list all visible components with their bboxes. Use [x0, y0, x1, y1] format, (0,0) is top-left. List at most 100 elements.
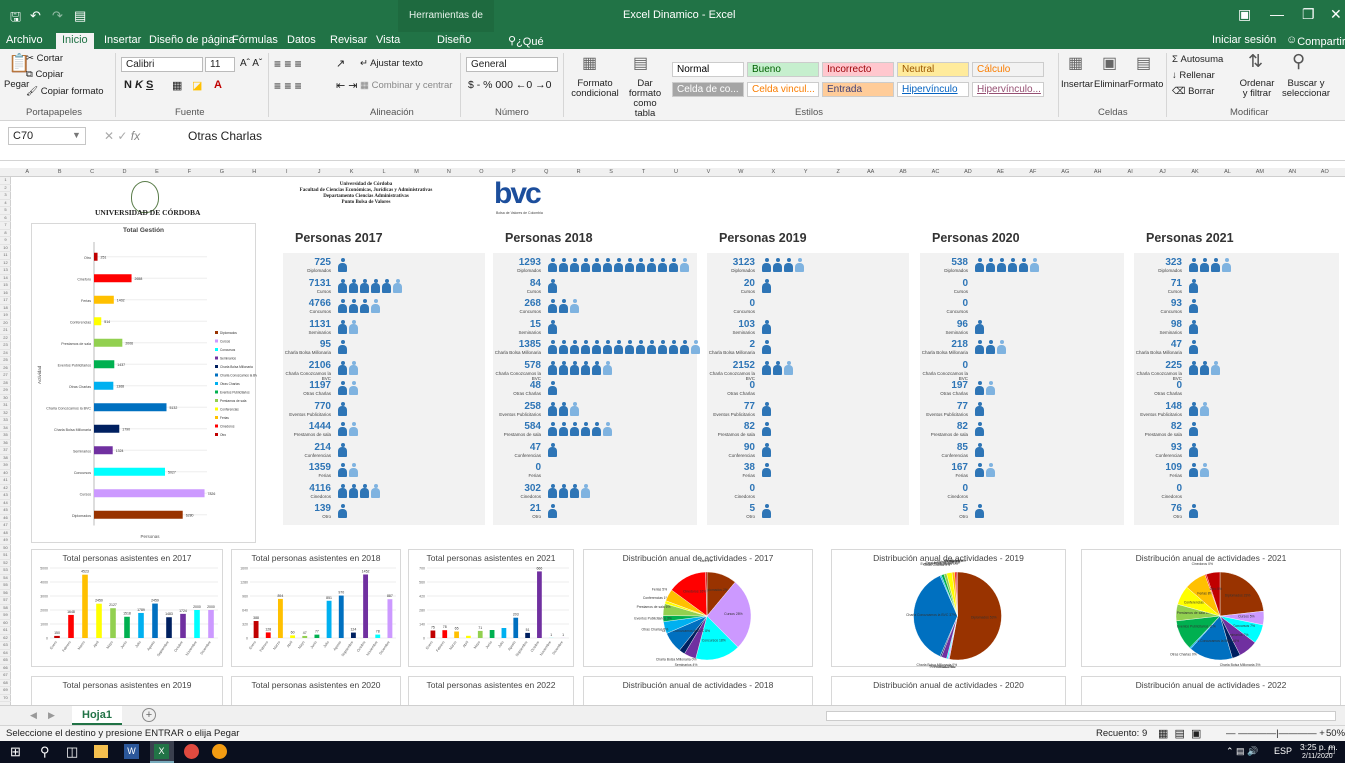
- month-bar[interactable]: [314, 634, 320, 638]
- row-header[interactable]: 20: [0, 320, 11, 327]
- grow-shrink-font[interactable]: Aˆ Aˇ: [240, 58, 262, 69]
- month-bar[interactable]: [82, 574, 88, 638]
- row-header[interactable]: 62: [0, 635, 11, 642]
- column-header[interactable]: O: [465, 169, 497, 175]
- total-gestion-chart[interactable]: Total Gestión Otro 251 Cineforo 2658 Ferias 1…: [31, 223, 257, 543]
- month-bar[interactable]: [180, 613, 186, 638]
- column-header[interactable]: B: [43, 169, 75, 175]
- row-header[interactable]: 69: [0, 687, 11, 695]
- column-header[interactable]: Y: [790, 169, 822, 175]
- row-header[interactable]: 28: [0, 380, 11, 387]
- column-header[interactable]: AO: [1309, 169, 1341, 175]
- insert-function-icon[interactable]: ✕ ✓ fx: [104, 129, 140, 143]
- row-header[interactable]: 60: [0, 620, 11, 627]
- save-icon[interactable]: 🖫: [10, 8, 21, 30]
- row-header[interactable]: 54: [0, 575, 11, 582]
- cell-style-4[interactable]: Cálculo: [972, 62, 1044, 77]
- column-header[interactable]: I: [271, 169, 303, 175]
- row-header[interactable]: 57: [0, 597, 11, 605]
- language-indicator[interactable]: ESP: [1274, 746, 1292, 756]
- redo-icon[interactable]: ↷: [52, 8, 63, 24]
- notifications-icon[interactable]: □: [1328, 745, 1335, 757]
- scroll-tabs-right-icon[interactable]: ▶: [48, 710, 55, 721]
- number-format-icons[interactable]: $ - % 000 ←0 →0: [468, 79, 551, 91]
- row-header[interactable]: 51: [0, 552, 11, 560]
- row-header[interactable]: 29: [0, 387, 11, 395]
- column-header[interactable]: Z: [822, 169, 854, 175]
- delete-cells-icon[interactable]: ▣: [1102, 53, 1117, 73]
- column-header[interactable]: AF: [1017, 169, 1049, 175]
- row-header[interactable]: 47: [0, 522, 11, 530]
- month-bar[interactable]: [525, 632, 530, 638]
- conditional-format-button[interactable]: Formato condicional: [566, 79, 624, 99]
- borders-icon[interactable]: ▦: [172, 79, 182, 92]
- row-header[interactable]: 23: [0, 342, 11, 350]
- task-view-icon[interactable]: ◫: [66, 744, 78, 760]
- zoom-level[interactable]: 50%: [1326, 728, 1345, 739]
- word-icon[interactable]: W: [124, 744, 139, 759]
- search-icon[interactable]: ⚲: [40, 744, 50, 760]
- month-bar[interactable]: [253, 621, 259, 638]
- gestion-bar[interactable]: [94, 489, 205, 498]
- row-header[interactable]: 9: [0, 237, 11, 245]
- cell-style-0[interactable]: Normal: [672, 62, 744, 77]
- column-headers[interactable]: A B C D E F G H I J K L M N O P Q R S T U V W X Y Z AA AB AC AD AE AF AG…: [0, 168, 1345, 177]
- month-bar[interactable]: [194, 610, 200, 638]
- bold-italic-underline[interactable]: N K S: [124, 79, 153, 91]
- row-header[interactable]: 24: [0, 350, 11, 357]
- row-header[interactable]: 46: [0, 515, 11, 522]
- find-select-button[interactable]: Buscar y seleccionar: [1280, 79, 1332, 99]
- horizontal-scrollbar[interactable]: [826, 711, 1336, 721]
- row-header[interactable]: 16: [0, 290, 11, 297]
- gestion-bar[interactable]: [94, 446, 113, 455]
- clear-button[interactable]: ⌫ Borrar: [1172, 86, 1214, 97]
- month-bar[interactable]: [290, 635, 296, 638]
- row-header[interactable]: 44: [0, 500, 11, 507]
- gestion-bar[interactable]: [94, 467, 166, 476]
- cell-style-1[interactable]: Bueno: [747, 62, 819, 77]
- tab-datos[interactable]: Datos: [287, 34, 316, 46]
- gestion-bar[interactable]: [94, 295, 114, 304]
- tray-icons[interactable]: ⌃ ▤ 🔊: [1226, 746, 1258, 757]
- cell-style-6[interactable]: Celda vincul...: [747, 82, 819, 97]
- row-header[interactable]: 18: [0, 305, 11, 312]
- month-bar[interactable]: [489, 630, 495, 638]
- row-header[interactable]: 25: [0, 357, 11, 365]
- row-headers[interactable]: 1 2 3 4 5 6 7 8 9 10 11 12 13 14 15 16 17 18 19 20 21 22 23 24 2…: [0, 177, 11, 705]
- lower-chart[interactable]: Total personas asistentes en 2022: [408, 676, 574, 705]
- format-cells-button[interactable]: Formato: [1128, 79, 1163, 90]
- row-header[interactable]: 66: [0, 665, 11, 672]
- tab-vista[interactable]: Vista: [376, 34, 400, 46]
- month-bar[interactable]: [477, 630, 483, 638]
- format-as-table-button[interactable]: Dar formato como tabla: [622, 79, 668, 119]
- gestion-bar[interactable]: [94, 360, 115, 369]
- month-bar[interactable]: [208, 610, 214, 638]
- row-header[interactable]: 39: [0, 462, 11, 470]
- column-header[interactable]: M: [400, 169, 432, 175]
- lower-chart[interactable]: Distribución anual de actividades - 2022: [1081, 676, 1341, 705]
- row-header[interactable]: 68: [0, 680, 11, 687]
- share-button[interactable]: ☺ Compartir: [1286, 34, 1345, 48]
- tell-me-search[interactable]: ⚲ ¿Qué desea hacer?: [508, 34, 550, 72]
- month-bar[interactable]: [124, 616, 130, 638]
- sign-in-link[interactable]: Iniciar sesión: [1212, 34, 1276, 46]
- month-bar[interactable]: [454, 631, 459, 639]
- maximize-icon[interactable]: ❐: [1302, 6, 1315, 23]
- column-header[interactable]: C: [76, 169, 108, 175]
- month-bar[interactable]: [375, 634, 381, 638]
- row-header[interactable]: 7: [0, 222, 11, 230]
- row-header[interactable]: 17: [0, 297, 11, 305]
- column-header[interactable]: Q: [530, 169, 562, 175]
- cut-button[interactable]: ✂ Cortar: [26, 53, 63, 64]
- gestion-bar[interactable]: [94, 403, 167, 412]
- worksheet-canvas[interactable]: UNIVERSIDAD DE CÓRDOBA Universidad de Có…: [11, 177, 1341, 705]
- view-buttons[interactable]: ▦ ▤ ▣: [1158, 727, 1201, 740]
- row-header[interactable]: 10: [0, 245, 11, 252]
- pie-chart[interactable]: Distribución anual de actividades - 2019…: [831, 549, 1066, 668]
- insert-cells-icon[interactable]: ▦: [1068, 53, 1083, 73]
- ribbon-display-icon[interactable]: ▣: [1238, 6, 1251, 23]
- gestion-bar[interactable]: [94, 274, 132, 283]
- row-header[interactable]: 12: [0, 260, 11, 267]
- row-header[interactable]: 55: [0, 582, 11, 590]
- month-bar[interactable]: [501, 628, 507, 638]
